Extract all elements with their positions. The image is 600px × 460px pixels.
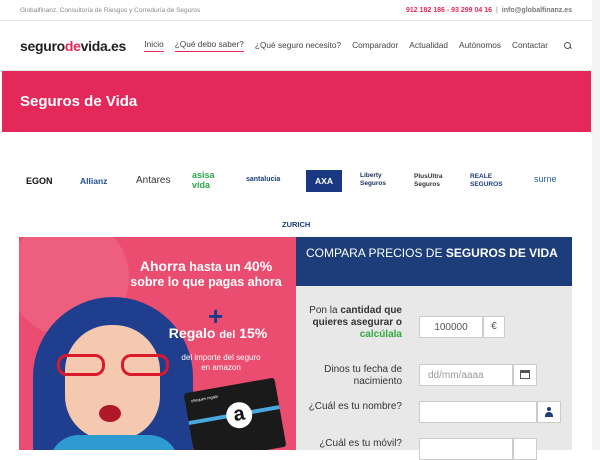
insurer-logo-asisa-vida: asisa vida bbox=[192, 170, 215, 190]
calendar-addon[interactable] bbox=[513, 364, 537, 386]
promo-del-importe: del importe del seguro bbox=[181, 353, 261, 362]
promo-ahorra: Ahorra bbox=[139, 258, 186, 274]
email-link[interactable]: info@globalfinanz.es bbox=[502, 7, 572, 14]
glasses-icon bbox=[57, 354, 169, 376]
woman-face bbox=[65, 325, 160, 440]
amazon-gift-card: cheques regalo a bbox=[183, 377, 287, 450]
promo-hasta-un: hasta un bbox=[189, 260, 241, 274]
contact-separator: | bbox=[496, 6, 498, 14]
amount-label-post: o bbox=[395, 317, 402, 328]
promo-15: 15% bbox=[239, 325, 268, 341]
mobile-input[interactable] bbox=[419, 438, 513, 460]
insurer-logo-plusultra: PlusUltra Seguros bbox=[414, 173, 443, 188]
promo-gift-subtext: del importe del seguro en amazon bbox=[156, 353, 286, 373]
promo-regalo: Regalo bbox=[168, 325, 216, 341]
company-tagline: Globalfinanz, Consultoría de Riesgos y C… bbox=[20, 6, 201, 14]
insurer-logo-zurich: ZURICH bbox=[282, 220, 311, 229]
amount-label-pre: Pon la bbox=[309, 305, 338, 316]
logo-part-vida: vida.es bbox=[80, 37, 127, 54]
birthdate-input[interactable]: dd/mm/aaaa bbox=[419, 364, 513, 386]
site-header: segurodevida.es Inicio ¿Qué debo saber? … bbox=[0, 21, 600, 71]
nav-que-seguro-necesito[interactable]: ¿Qué seguro necesito? bbox=[255, 40, 341, 52]
birthdate-label: Dinos tu fecha de nacimiento bbox=[324, 364, 402, 387]
insurer-logo-surne: surne bbox=[534, 174, 557, 184]
insurer-logo-aegon: EGON bbox=[26, 176, 53, 186]
mobile-label: ¿Cuál es tu móvil? bbox=[319, 438, 402, 449]
nav-comparador[interactable]: Comparador bbox=[352, 40, 398, 52]
insurer-logo-liberty: Liberty Seguros bbox=[360, 172, 387, 187]
top-bar: Globalfinanz, Consultoría de Riesgos y C… bbox=[0, 0, 600, 21]
promo-en-amazon: en amazon bbox=[201, 363, 241, 372]
user-addon bbox=[537, 401, 561, 423]
site-logo[interactable]: segurodevida.es bbox=[20, 38, 126, 54]
insurer-logo-reale: REALE SEGUROS bbox=[470, 173, 503, 188]
insurer-logo-santalucia: santalucia bbox=[246, 176, 281, 183]
insurer-logo-axa: AXA bbox=[306, 170, 342, 192]
promo-gift-text: Regalo del 15% bbox=[148, 325, 288, 343]
quote-form: COMPARA PRECIOS DE SEGUROS DE VIDA Pon l… bbox=[296, 237, 572, 460]
search-icon[interactable] bbox=[564, 41, 572, 50]
nav-que-debo-saber[interactable]: ¿Qué debo saber? bbox=[174, 39, 244, 52]
promo-40: 40% bbox=[244, 258, 273, 274]
insurer-logo-antares: Antares bbox=[136, 175, 171, 186]
calculate-link[interactable]: calcúlala bbox=[360, 329, 402, 340]
woman-mouth bbox=[99, 405, 121, 422]
amazon-logo-icon: a bbox=[224, 400, 255, 431]
euro-addon: € bbox=[483, 316, 505, 338]
nav-inicio[interactable]: Inicio bbox=[144, 39, 164, 52]
insurer-logo-allianz: Allianz bbox=[80, 176, 108, 186]
contact-info: 912 182 186 - 93 299 04 16 | info@global… bbox=[406, 7, 572, 14]
form-heading-bold: SEGUROS DE VIDA bbox=[445, 246, 558, 260]
phone-addon bbox=[513, 438, 537, 460]
amount-label: Pon la cantidad que quieres asegurar o c… bbox=[302, 305, 402, 341]
promo-savings-text: Ahorra hasta un 40% sobre lo que pagas a… bbox=[126, 259, 286, 290]
logo-part-seguro: seguro bbox=[20, 37, 65, 54]
amount-input[interactable]: 100000 bbox=[419, 316, 483, 338]
calendar-icon bbox=[520, 370, 530, 379]
insurer-logos: EGON Allianz Antares asisa vida santaluc… bbox=[0, 165, 600, 235]
gift-card-label: cheques regalo bbox=[190, 393, 219, 404]
promo-banner[interactable]: Ahorra hasta un 40% sobre lo que pagas a… bbox=[19, 237, 296, 450]
page-title: Seguros de Vida bbox=[20, 93, 138, 110]
nav-contactar[interactable]: Contactar bbox=[512, 40, 548, 52]
nav-actualidad[interactable]: Actualidad bbox=[409, 40, 448, 52]
main-nav: Inicio ¿Qué debo saber? ¿Qué seguro nece… bbox=[133, 39, 572, 52]
hero-banner: Seguros de Vida bbox=[2, 71, 591, 132]
name-label: ¿Cuál es tu nombre? bbox=[308, 401, 402, 412]
form-heading: COMPARA PRECIOS DE SEGUROS DE VIDA bbox=[296, 237, 572, 286]
nav-autonomos[interactable]: Autónomos bbox=[459, 40, 501, 52]
name-input[interactable] bbox=[419, 401, 537, 423]
user-icon bbox=[544, 407, 554, 417]
woman-shirt bbox=[49, 435, 179, 450]
phone-numbers[interactable]: 912 182 186 - 93 299 04 16 bbox=[406, 7, 492, 14]
scrollbar[interactable] bbox=[592, 0, 600, 450]
promo-sobre-lo-que-pagas: sobre lo que pagas ahora bbox=[130, 275, 282, 289]
form-heading-light: COMPARA PRECIOS DE bbox=[306, 246, 443, 260]
logo-part-de: de bbox=[64, 37, 81, 54]
promo-del: del bbox=[219, 329, 236, 341]
